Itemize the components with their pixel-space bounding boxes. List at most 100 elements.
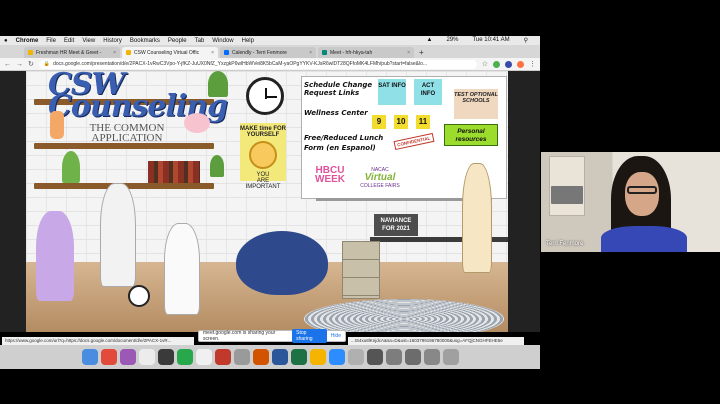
dock-app-icon[interactable] [290, 349, 307, 365]
close-tab-icon[interactable]: × [113, 50, 116, 56]
bitmoji-avatar [100, 183, 136, 287]
close-tab-icon[interactable]: × [211, 50, 214, 56]
browser-tab[interactable]: Calendly - Terri Fenmore × [220, 47, 316, 58]
slides-favicon-icon [28, 50, 33, 55]
forward-arrow-icon[interactable]: → [16, 61, 23, 68]
naviance-link[interactable]: NAVIANCE FOR 2021 [374, 214, 418, 236]
nacac-virtual-fair-link[interactable]: NACAC Virtual COLLEGE FAIRS [358, 167, 402, 189]
virtual-office-slide: CSW Counseling THE COMMON APPLICATION MA… [26, 71, 508, 332]
stop-sharing-button[interactable]: Stop sharing [292, 329, 327, 343]
hanging-plant [208, 71, 228, 97]
profile-avatar[interactable] [517, 60, 524, 68]
tab-title: CSW Counseling Virtual Offic [134, 49, 200, 56]
share-message: meet.google.com is sharing your screen. [203, 330, 276, 342]
menu-file[interactable]: File [46, 38, 56, 44]
mac-menubar: ● Chrome File Edit View History Bookmark… [0, 36, 540, 45]
dock-app-icon[interactable] [404, 349, 421, 365]
sat-info-link[interactable]: SAT INFO [378, 79, 406, 105]
dock-app-icon[interactable] [176, 349, 193, 365]
common-app-link[interactable]: THE COMMON APPLICATION [82, 123, 172, 144]
grade-11-link[interactable]: 11 [416, 115, 430, 129]
url-field[interactable]: 🔒 docs.google.com/presentation/d/e/2PACX… [38, 59, 477, 69]
self-care-poster[interactable]: MAKE time FOR YOURSELF YOU ARE IMPORTANT [240, 123, 287, 190]
glasses [627, 186, 657, 194]
tab-title: Freshman HR Meet & Greet - [36, 49, 102, 56]
meet-favicon-icon [322, 50, 327, 55]
naviance-line-1: NAVIANCE [380, 218, 412, 224]
test-optional-link[interactable]: TEST OPTIONAL SCHOOLS [454, 89, 498, 119]
lunch-form-link[interactable]: Free/Reduced Lunch Form (en Espanol) [304, 133, 388, 153]
dock-app-icon[interactable] [328, 349, 345, 365]
dock-app-icon[interactable] [100, 349, 117, 365]
dock-app-icon[interactable] [347, 349, 364, 365]
dock-app-icon[interactable] [157, 349, 174, 365]
status-area: ▲ 29% Tue 10:41 AM ⚲ [426, 37, 536, 44]
dock-app-icon[interactable] [214, 349, 231, 365]
wifi-icon[interactable]: ▲ [426, 37, 432, 44]
soccer-ball-icon [128, 285, 150, 307]
address-bar-row: ← → ↻ 🔒 docs.google.com/presentation/d/e… [0, 58, 540, 71]
menu-history[interactable]: History [103, 38, 122, 44]
hbcu-line-2: WEEK [315, 174, 345, 185]
hbcu-week-link[interactable]: HBCU WEEK [306, 166, 354, 185]
personal-resources-link[interactable]: Personal resources [444, 124, 498, 146]
back-arrow-icon[interactable]: ← [4, 61, 11, 68]
dock-app-icon[interactable] [138, 349, 155, 365]
csw-counseling-logo[interactable]: CSW Counseling [48, 71, 228, 122]
menubar-clock[interactable]: Tue 10:41 AM [472, 37, 509, 44]
round-rug [304, 299, 504, 332]
reload-icon[interactable]: ↻ [28, 60, 34, 68]
dock-app-icon[interactable] [423, 349, 440, 365]
battery-percent[interactable]: 29% [446, 37, 458, 44]
apple-icon[interactable]: ● [4, 38, 8, 44]
grade-9-link[interactable]: 9 [372, 115, 386, 129]
hover-link-status: ...IS4xu8lKnjdcA&sa=D&ust=16037991967800… [348, 337, 524, 345]
grade-10-link[interactable]: 10 [394, 115, 408, 129]
browser-tab[interactable]: Meet - hfr-hkya-tah × [318, 47, 414, 58]
dock-app-icon[interactable] [442, 349, 459, 365]
menu-view[interactable]: View [82, 38, 95, 44]
menu-help[interactable]: Help [242, 38, 254, 44]
dock-app-icon[interactable] [252, 349, 269, 365]
close-tab-icon[interactable]: × [309, 50, 312, 56]
lock-icon: 🔒 [43, 61, 51, 67]
dock-app-icon[interactable] [366, 349, 383, 365]
poster-sub: ARE IMPORTANT [245, 178, 281, 190]
dock-app-icon[interactable] [119, 349, 136, 365]
more-menu-icon[interactable]: ⋮ [529, 60, 536, 68]
wall-clock [246, 77, 284, 115]
act-info-link[interactable]: ACT INFO [414, 79, 442, 105]
menu-bookmarks[interactable]: Bookmarks [130, 38, 160, 44]
dock-app-icon[interactable] [233, 349, 250, 365]
new-tab-button[interactable]: + [419, 47, 424, 58]
bitmoji-avatar [164, 223, 200, 315]
piggy-bank-link[interactable] [184, 113, 210, 133]
dock-app-icon[interactable] [271, 349, 288, 365]
menu-edit[interactable]: Edit [64, 38, 74, 44]
menu-window[interactable]: Window [212, 38, 233, 44]
schedule-change-link[interactable]: Schedule Change Request Links [304, 81, 384, 97]
dock-app-icon[interactable] [309, 349, 326, 365]
poster-title: MAKE time FOR YOURSELF [240, 126, 287, 138]
dock-app-icon[interactable] [81, 349, 98, 365]
hover-link-status: https://www.google.com/url?q=https://doc… [2, 337, 194, 345]
browser-tab[interactable]: Freshman HR Meet & Greet - × [24, 47, 120, 58]
participant-video-tile[interactable] [541, 152, 720, 252]
filing-cabinet[interactable] [342, 241, 380, 299]
hide-button[interactable]: Hide [331, 333, 341, 339]
mac-dock [0, 345, 540, 369]
menu-app-name[interactable]: Chrome [16, 38, 39, 44]
menu-people[interactable]: People [168, 38, 187, 44]
tab-title: Calendly - Terri Fenmore [232, 49, 287, 56]
dock-app-icon[interactable] [385, 349, 402, 365]
clock-minute-hand [266, 96, 277, 98]
close-tab-icon[interactable]: × [407, 50, 410, 56]
browser-tab-active[interactable]: CSW Counseling Virtual Offic × [122, 47, 218, 58]
bitmoji-avatar [36, 211, 74, 301]
menu-tab[interactable]: Tab [195, 38, 205, 44]
dock-app-icon[interactable] [195, 349, 212, 365]
extension-icon[interactable] [505, 60, 512, 68]
bookmark-star-icon[interactable]: ☆ [482, 60, 488, 68]
extension-icon[interactable] [493, 60, 500, 68]
search-icon[interactable]: ⚲ [524, 37, 528, 44]
